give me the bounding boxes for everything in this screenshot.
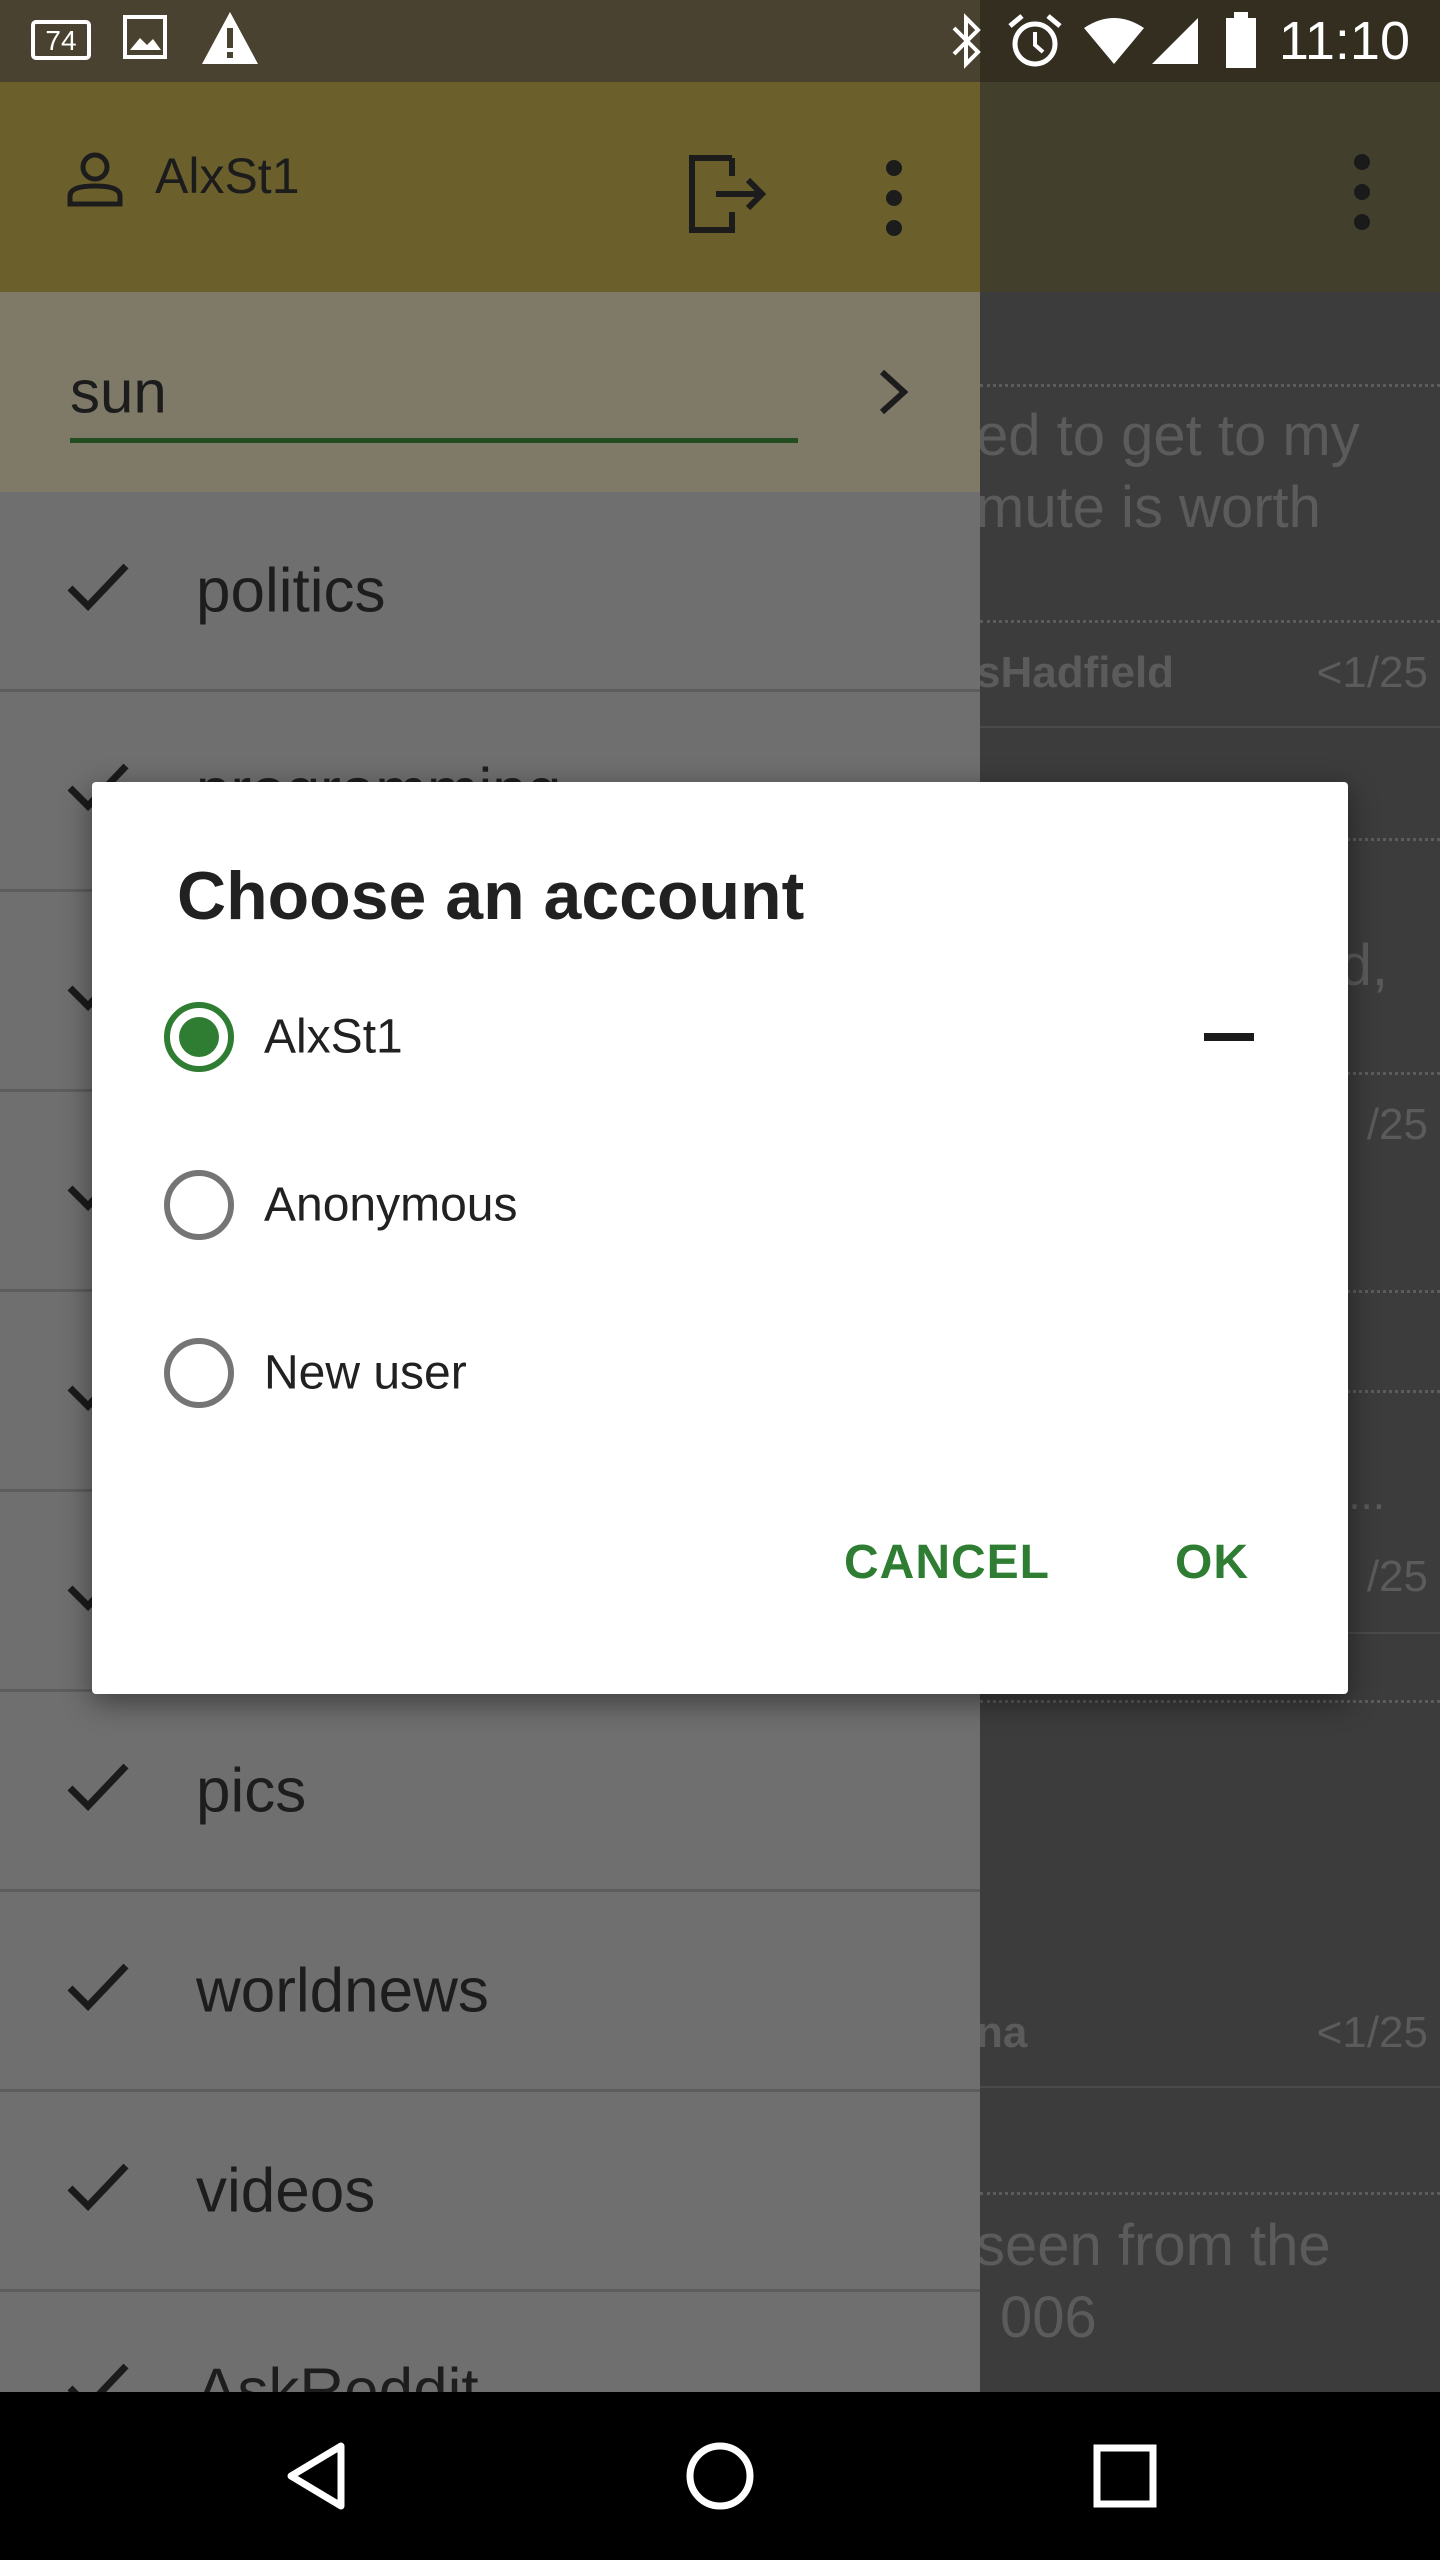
ok-button[interactable]: OK bbox=[1132, 1507, 1292, 1617]
recents-icon[interactable] bbox=[1065, 2416, 1185, 2536]
home-icon[interactable] bbox=[660, 2416, 780, 2536]
radio-unchecked-icon[interactable] bbox=[164, 1170, 234, 1240]
account-option-alxst1[interactable] bbox=[164, 1757, 1274, 1907]
dialog-visible-options: AlxSt1 Anonymous New user CANCEL OK bbox=[92, 782, 1348, 1694]
account-label: AlxSt1 bbox=[264, 1010, 403, 1064]
radio-unchecked-icon[interactable] bbox=[164, 1338, 234, 1408]
account-option-alxst1[interactable]: AlxSt1 bbox=[164, 962, 1274, 1112]
account-label: New user bbox=[264, 1346, 467, 1400]
cancel-button[interactable]: CANCEL bbox=[827, 1507, 1067, 1617]
radio-checked-icon[interactable] bbox=[164, 1002, 234, 1072]
navigation-bar bbox=[0, 2392, 1440, 2560]
minus-icon bbox=[1204, 1033, 1254, 1041]
account-option-new-user[interactable]: New user bbox=[164, 1298, 1274, 1448]
account-option-anonymous[interactable]: Anonymous bbox=[164, 1130, 1274, 1280]
account-label: Anonymous bbox=[264, 1178, 518, 1232]
remove-account-button[interactable] bbox=[1184, 992, 1274, 1082]
back-icon[interactable] bbox=[255, 2416, 375, 2536]
